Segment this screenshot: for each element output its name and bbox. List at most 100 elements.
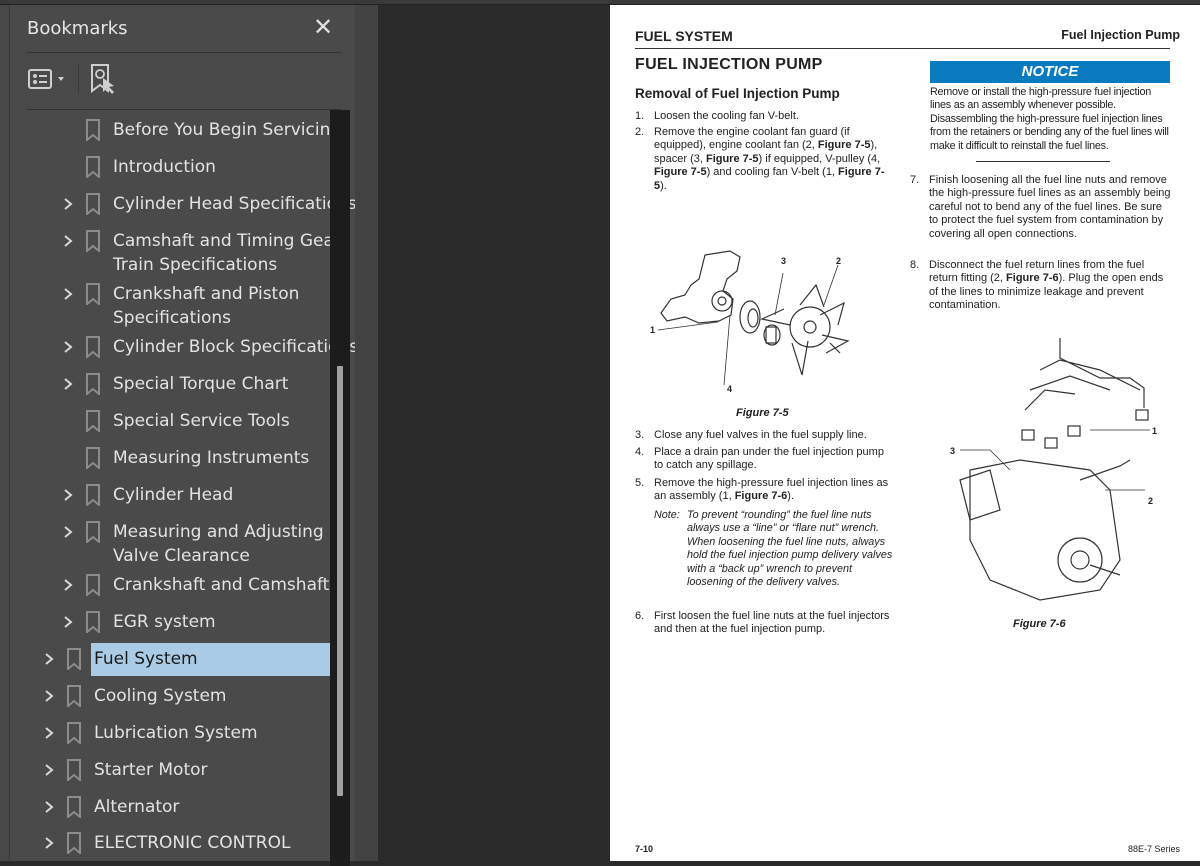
bookmark-label: Before You Begin Servicing [113,120,342,140]
step-number: 6. [635,610,645,622]
bookmark-label: Special Service Tools [113,411,290,431]
bookmark-icon [86,521,100,543]
bookmark-icon [67,685,81,707]
bookmark-icon [86,193,100,215]
step-text: Disconnect the fuel return lines from th… [929,259,1164,312]
step-number: 3. [635,429,645,441]
header-topic: Fuel Injection Pump [1061,28,1180,42]
bookmarks-panel: Bookmarks ✕ Before You Begin Servicing In… [10,5,359,866]
header-section: FUEL SYSTEM [635,28,733,44]
bookmark-label: Introduction [113,157,216,177]
panel-splitter[interactable] [355,5,725,861]
bookmark-icon [86,373,100,395]
callout-3: 3 [950,446,955,456]
bookmark-icon [67,832,81,854]
step-number: 5. [635,477,645,489]
bookmark-label: Cooling System [94,686,227,706]
bookmark-icon [86,410,100,432]
step-text: First loosen the fuel line nuts at the f… [654,610,890,636]
find-current-bookmark-button[interactable] [90,63,118,102]
page-title: FUEL INJECTION PUMP [635,56,823,73]
chevron-right-icon[interactable] [43,833,55,853]
bookmark-label: Camshaft and Timing Gear Train Specificat… [113,231,341,275]
bookmark-label: Cylinder Block Specifications [113,337,359,357]
bookmark-icon [67,759,81,781]
chevron-right-icon[interactable] [62,374,74,394]
callout-1: 1 [1152,426,1157,436]
figure-7-5-illustration: 1 2 3 4 [650,250,850,394]
chevron-right-icon[interactable] [62,522,74,542]
step-text: Finish loosening all the fuel line nuts … [929,174,1171,240]
bookmark-icon [67,722,81,744]
chevron-right-icon[interactable] [43,686,55,706]
toolbar-separator [78,64,79,94]
chevron-right-icon[interactable] [62,231,74,251]
divider [27,109,341,110]
bookmark-icon [86,283,100,305]
step-number: 8. [910,259,920,271]
find-current-bookmark-icon [91,64,114,94]
bookmark-label: Special Torque Chart [113,374,289,394]
bookmark-icon [86,156,100,178]
chevron-right-icon[interactable] [62,485,74,505]
bookmark-label: Starter Motor [94,760,208,780]
chevron-right-icon[interactable] [43,723,55,743]
step-text: Remove the engine coolant fan guard (if … [654,126,885,192]
callout-1: 1 [650,325,655,335]
scrollbar-thumb[interactable] [337,366,343,796]
chevron-right-icon[interactable] [62,337,74,357]
bookmark-label: Measuring and Adjusting Valve Clearance [113,522,324,566]
footer-series: 88E-7 Series [1127,844,1180,854]
bookmark-label: Crankshaft and Camshaft [113,575,330,595]
notice-text: Remove or install the high-pressure fuel… [930,86,1169,152]
chevron-right-icon[interactable] [62,194,74,214]
close-icon[interactable]: ✕ [313,13,333,42]
step-text: Close any fuel valves in the fuel supply… [654,429,867,441]
bookmark-icon [86,574,100,596]
note: Note: To prevent “rounding” the fuel lin… [654,509,904,589]
section-heading: Removal of Fuel Injection Pump [635,86,840,101]
chevron-right-icon[interactable] [62,575,74,595]
chevron-right-icon[interactable] [43,649,55,669]
callout-2: 2 [1148,496,1153,506]
bookmark-icon [86,484,100,506]
navigation-pane-strip [0,5,10,861]
note-text: To prevent “rounding” the fuel line nuts… [687,509,893,589]
header-rule [635,48,1170,49]
step-text: Loosen the cooling fan V-belt. [654,110,799,122]
bookmark-label: Cylinder Head Specifications [113,194,357,214]
bookmark-icon [67,796,81,818]
bookmark-icon [86,119,100,141]
bookmark-icon [86,447,100,469]
step-number: 4. [635,446,645,458]
chevron-right-icon[interactable] [43,760,55,780]
bookmark-icon [86,336,100,358]
page-number: 7-10 [635,844,654,854]
figure-7-6-caption: Figure 7-6 [1013,618,1066,630]
notice-rule [976,161,1110,162]
bookmark-label: Measuring Instruments [113,448,310,468]
pdf-page: FUEL SYSTEM Fuel Injection Pump FUEL INJ… [610,5,1200,861]
callout-2: 2 [836,256,841,266]
bookmark-label: Cylinder Head [113,485,234,505]
figure-7-5-caption: Figure 7-5 [736,407,789,419]
bookmark-label: Alternator [94,797,180,817]
chevron-right-icon[interactable] [43,797,55,817]
step-number: 2. [635,126,645,138]
chevron-right-icon[interactable] [62,284,74,304]
bookmark-options-button[interactable] [28,67,70,93]
callout-3: 3 [781,256,786,266]
panel-title: Bookmarks [27,18,128,39]
bookmark-icon [86,611,100,633]
bookmark-icon [67,648,81,670]
chevron-right-icon[interactable] [62,612,74,632]
bookmark-label: ELECTRONIC CONTROL [94,833,291,853]
step-text: Remove the high-pressure fuel injection … [654,477,889,503]
step-number: 1. [635,110,645,122]
bookmark-label: Crankshaft and Piston Specifications [113,284,300,328]
notice-banner: NOTICE [930,61,1170,83]
divider [27,52,341,53]
figure-7-6-illustration: 1 2 3 [950,338,1157,601]
bookmark-label: Lubrication System [94,723,258,743]
note-label: Note: [654,509,680,521]
